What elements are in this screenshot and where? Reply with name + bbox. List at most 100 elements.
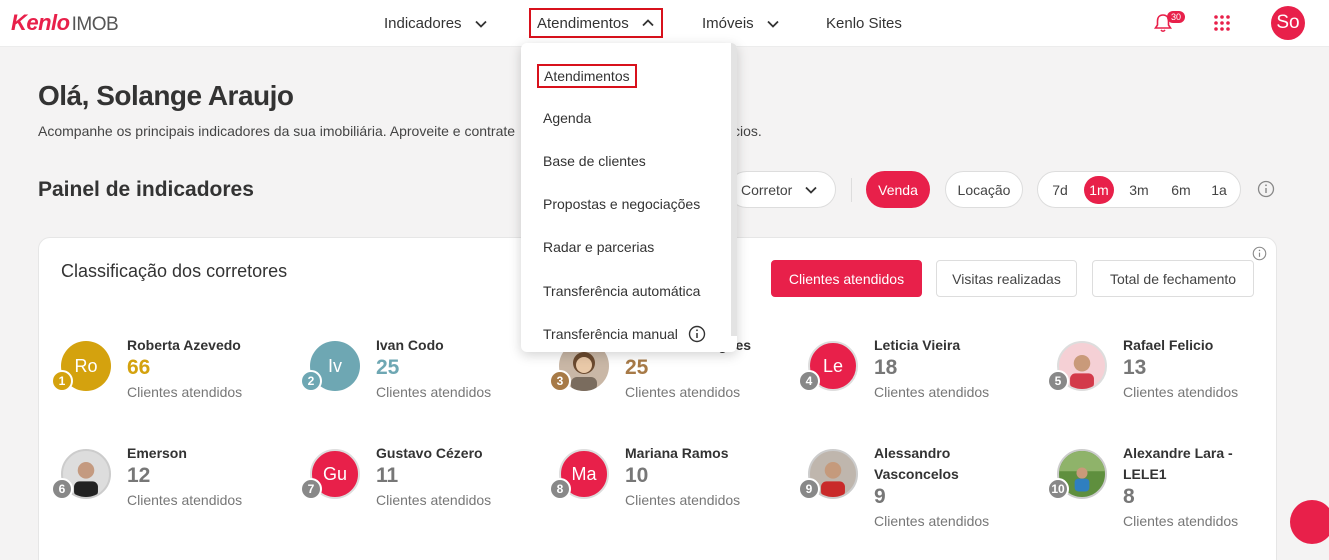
broker-value: 25 bbox=[625, 356, 649, 379]
rank-badge: 2 bbox=[300, 370, 322, 392]
logo-brand: Kenlo bbox=[11, 10, 70, 35]
broker-metric-label: Clientes atendidos bbox=[376, 384, 492, 400]
info-icon[interactable] bbox=[1257, 180, 1275, 198]
chevron-up-icon bbox=[642, 19, 654, 27]
nav-kenlo-sites[interactable]: Kenlo Sites bbox=[826, 0, 902, 47]
broker-name: Ivan Codo bbox=[376, 337, 444, 353]
rank-badge: 9 bbox=[798, 478, 820, 500]
rank-badge: 10 bbox=[1047, 478, 1069, 500]
menu-item-agenda[interactable]: Agenda bbox=[543, 110, 591, 126]
broker-value: 8 bbox=[1123, 485, 1135, 508]
menu-item-transferencia-manual[interactable]: Transferência manual bbox=[543, 325, 706, 343]
menu-item-atendimentos[interactable]: Atendimentos bbox=[537, 64, 637, 88]
period-6m[interactable]: 6m bbox=[1166, 176, 1196, 204]
broker-rank-card[interactable]: 6 Emerson 12 Clientes atendidos bbox=[51, 445, 301, 539]
period-selector: 7d 1m 3m 6m 1a bbox=[1037, 171, 1241, 208]
broker-metric-label: Clientes atendidos bbox=[127, 384, 243, 400]
atendimentos-dropdown: Atendimentos Agenda Base de clientes Pro… bbox=[521, 43, 737, 352]
menu-item-base-clientes[interactable]: Base de clientes bbox=[543, 153, 646, 169]
ranking-title: Classificação dos corretores bbox=[61, 261, 288, 281]
kenlo-logo[interactable]: Kenlo IMOB bbox=[11, 10, 119, 36]
broker-rank-card[interactable]: Ro 1 Roberta Azevedo 66 Clientes atendid… bbox=[51, 337, 301, 431]
broker-metric-label: Clientes atendidos bbox=[625, 492, 741, 508]
nav-atendimentos-label: Atendimentos bbox=[537, 14, 629, 32]
broker-name: Emerson bbox=[127, 445, 187, 461]
broker-rank-card[interactable]: 10 Alexandre Lara - LELE1 8 Clientes ate… bbox=[1047, 445, 1297, 539]
broker-rank-card[interactable]: 3 Mariana Rodrigues 25 Clientes atendido… bbox=[549, 337, 799, 431]
greeting-title: Olá, Solange Araujo bbox=[38, 80, 294, 111]
tab-visitas-realizadas[interactable]: Visitas realizadas bbox=[936, 260, 1077, 297]
top-bar: Kenlo IMOB Indicadores Atendimentos Imóve… bbox=[0, 0, 1329, 47]
broker-value: 10 bbox=[625, 464, 649, 487]
period-7d[interactable]: 7d bbox=[1045, 176, 1075, 204]
broker-name: Gustavo Cézero bbox=[376, 445, 483, 461]
tab-clientes-atendidos[interactable]: Clientes atendidos bbox=[771, 260, 922, 297]
rank-badge: 7 bbox=[300, 478, 322, 500]
dropdown-scrollbar[interactable] bbox=[731, 43, 737, 336]
corretor-filter[interactable]: Corretor bbox=[728, 171, 836, 208]
broker-value: 11 bbox=[376, 464, 399, 487]
corretor-filter-label: Corretor bbox=[741, 181, 793, 198]
chat-bubble-icon[interactable] bbox=[1290, 500, 1329, 544]
notification-badge: 30 bbox=[1167, 11, 1186, 23]
broker-name: Leticia Vieira bbox=[874, 337, 961, 353]
venda-toggle[interactable]: Venda bbox=[866, 171, 930, 208]
rank-badge: 4 bbox=[798, 370, 820, 392]
rank-badge: 5 bbox=[1047, 370, 1069, 392]
nav-atendimentos[interactable]: Atendimentos bbox=[529, 8, 663, 38]
broker-name: Mariana Ramos bbox=[625, 445, 729, 461]
apps-grid-icon[interactable] bbox=[1213, 14, 1231, 32]
broker-metric-label: Clientes atendidos bbox=[376, 492, 492, 508]
broker-rank-card[interactable]: Ma 8 Mariana Ramos 10 Clientes atendidos bbox=[549, 445, 799, 539]
menu-item-transferencia-automatica[interactable]: Transferência automática bbox=[543, 283, 700, 299]
menu-item-radar-parcerias[interactable]: Radar e parcerias bbox=[543, 239, 654, 255]
nav-imoveis-label: Imóveis bbox=[702, 15, 754, 32]
chevron-down-icon bbox=[805, 186, 817, 194]
broker-metric-label: Clientes atendidos bbox=[127, 492, 243, 508]
broker-rank-card[interactable]: Le 4 Leticia Vieira 18 Clientes atendido… bbox=[798, 337, 1048, 431]
greeting-subtitle-text: Acompanhe os principais indicadores da s… bbox=[38, 123, 516, 139]
tab-total-fechamento[interactable]: Total de fechamento bbox=[1092, 260, 1254, 297]
broker-name: Alexandre Lara - LELE1 bbox=[1123, 445, 1233, 482]
rank-badge: 1 bbox=[51, 370, 73, 392]
broker-metric-label: Clientes atendidos bbox=[1123, 513, 1239, 529]
broker-rank-card[interactable]: 5 Rafael Felicio 13 Clientes atendidos bbox=[1047, 337, 1297, 431]
nav-indicadores-label: Indicadores bbox=[384, 15, 462, 32]
rank-badge: 3 bbox=[549, 370, 571, 392]
period-1m[interactable]: 1m bbox=[1084, 176, 1114, 204]
broker-value: 25 bbox=[376, 356, 400, 379]
broker-metric-label: Clientes atendidos bbox=[625, 384, 741, 400]
greeting-subtitle: Acompanhe os principais indicadores da s… bbox=[38, 123, 762, 139]
broker-name: Rafael Felicio bbox=[1123, 337, 1214, 353]
period-1a[interactable]: 1a bbox=[1204, 176, 1234, 204]
menu-item-propostas[interactable]: Propostas e negociações bbox=[543, 196, 700, 212]
broker-metric-label: Clientes atendidos bbox=[1123, 384, 1239, 400]
broker-rank-card[interactable]: Iv 2 Ivan Codo 25 Clientes atendidos bbox=[300, 337, 550, 431]
nav-imoveis[interactable]: Imóveis bbox=[702, 0, 780, 47]
filter-divider bbox=[851, 178, 852, 202]
chevron-down-icon bbox=[767, 20, 779, 28]
broker-value: 66 bbox=[127, 356, 151, 379]
broker-value: 13 bbox=[1123, 356, 1147, 379]
broker-value: 12 bbox=[127, 464, 151, 487]
info-icon[interactable] bbox=[688, 325, 706, 343]
panel-title: Painel de indicadores bbox=[38, 178, 254, 201]
broker-rank-card[interactable]: 9 Alessandro Vasconcelos 9 Clientes aten… bbox=[798, 445, 1048, 539]
menu-item-transferencia-manual-label: Transferência manual bbox=[543, 326, 678, 342]
broker-name: Alessandro Vasconcelos bbox=[874, 445, 959, 482]
broker-metric-label: Clientes atendidos bbox=[874, 513, 990, 529]
broker-value: 18 bbox=[874, 356, 898, 379]
broker-value: 9 bbox=[874, 485, 886, 508]
broker-rank-card[interactable]: Gu 7 Gustavo Cézero 11 Clientes atendido… bbox=[300, 445, 550, 539]
period-3m[interactable]: 3m bbox=[1124, 176, 1154, 204]
user-avatar[interactable]: So bbox=[1271, 6, 1305, 40]
info-icon[interactable] bbox=[1252, 246, 1267, 261]
logo-product: IMOB bbox=[71, 14, 119, 35]
rank-badge: 8 bbox=[549, 478, 571, 500]
chevron-down-icon bbox=[474, 20, 487, 28]
greeting-subtitle-tail: cios. bbox=[733, 123, 762, 139]
locacao-toggle[interactable]: Locação bbox=[945, 171, 1023, 208]
broker-name: Roberta Azevedo bbox=[127, 337, 241, 353]
broker-metric-label: Clientes atendidos bbox=[874, 384, 990, 400]
nav-indicadores[interactable]: Indicadores bbox=[384, 0, 488, 47]
